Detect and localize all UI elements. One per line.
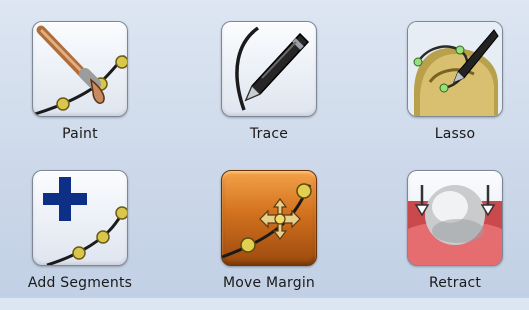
move-margin-button[interactable] (221, 170, 317, 266)
add-segments-label: Add Segments (27, 275, 133, 291)
trace-label: Trace (249, 126, 289, 142)
tool-move-margin[interactable]: Move Margin (204, 170, 334, 310)
paint-button[interactable] (32, 21, 128, 117)
retract-button[interactable] (407, 170, 503, 266)
retract-icon (408, 185, 502, 265)
paint-brush-icon (34, 25, 127, 116)
lasso-icon (408, 22, 502, 116)
add-segments-icon (43, 177, 127, 265)
paint-label: Paint (62, 126, 98, 142)
tool-lasso[interactable]: Lasso (390, 21, 520, 161)
lasso-button[interactable] (407, 21, 503, 117)
lasso-label: Lasso (434, 126, 476, 142)
tool-add-segments[interactable]: Add Segments (15, 170, 145, 310)
add-segments-button[interactable] (32, 170, 128, 266)
move-margin-label: Move Margin (222, 275, 315, 291)
retract-label: Retract (428, 275, 482, 291)
tool-retract[interactable]: Retract (390, 170, 520, 310)
trace-button[interactable] (221, 21, 317, 117)
tool-trace[interactable]: Trace (204, 21, 334, 161)
move-margin-icon (222, 183, 312, 259)
tool-paint[interactable]: Paint (15, 21, 145, 161)
trace-pen-icon (235, 26, 310, 111)
